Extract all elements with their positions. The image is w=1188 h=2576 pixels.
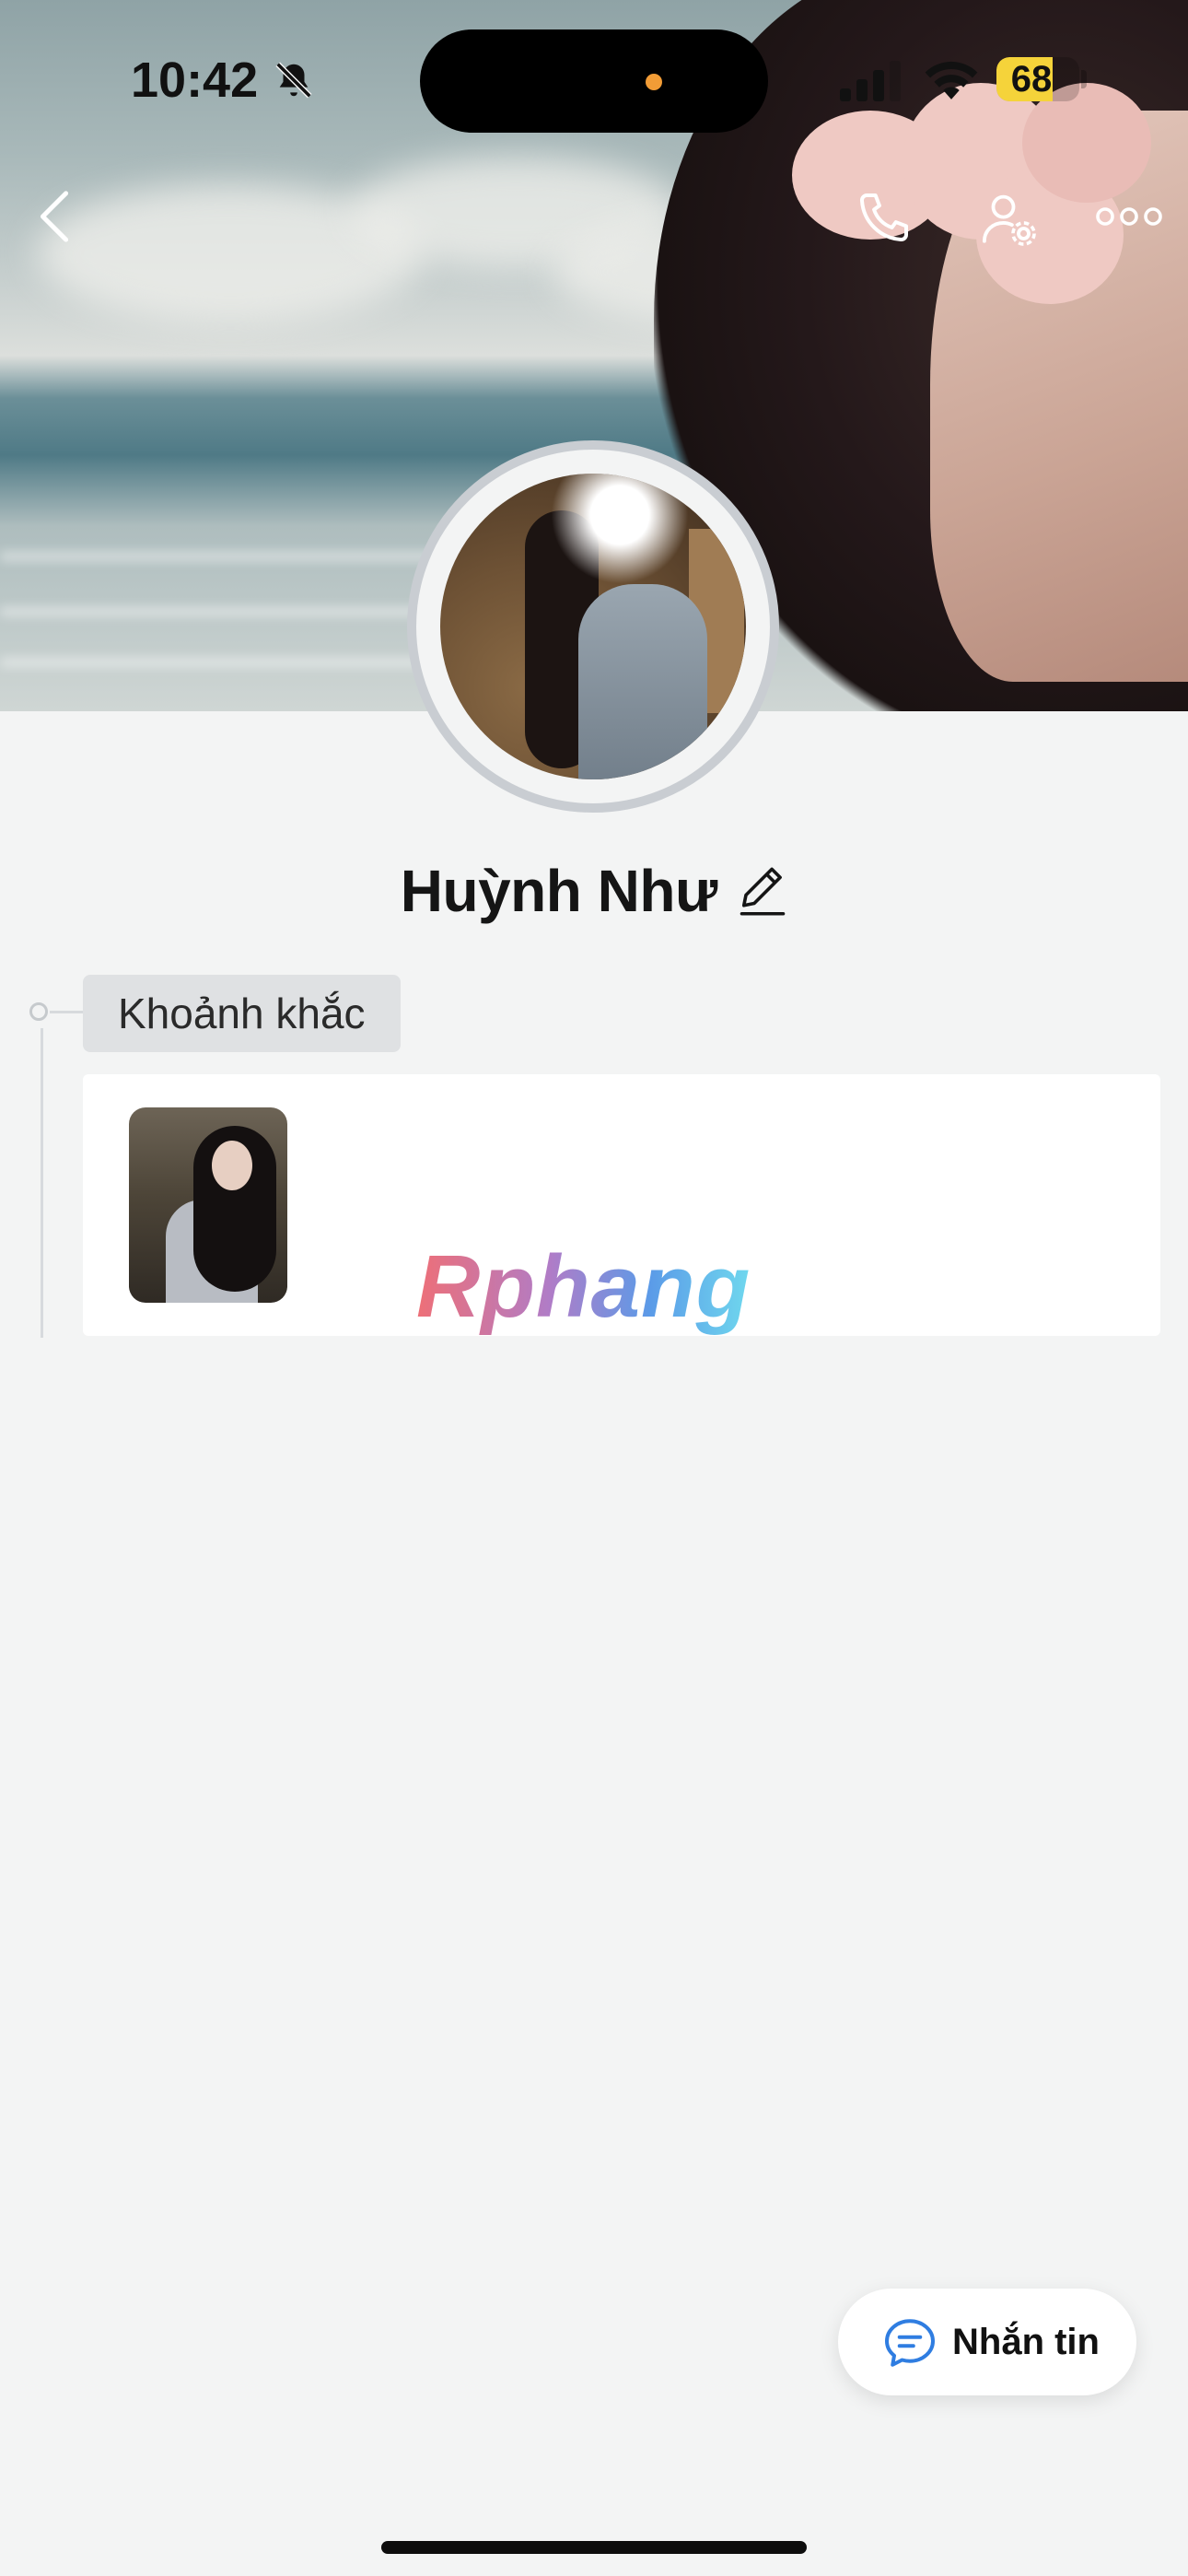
phone-icon[interactable] (855, 188, 914, 247)
moments-section-label[interactable]: Khoảnh khắc (83, 975, 401, 1052)
battery-level: 68 (1010, 59, 1053, 100)
chevron-left-icon[interactable] (37, 190, 74, 243)
profile-name: Huỳnh Như (400, 858, 718, 924)
status-time: 10:42 (131, 53, 259, 108)
wifi-icon (925, 61, 978, 100)
battery-indicator: 68 (996, 57, 1079, 101)
privacy-indicator-dot (646, 74, 662, 90)
chat-bubble-icon (885, 2319, 935, 2367)
battery-nub (1081, 70, 1087, 88)
pencil-icon[interactable] (738, 863, 787, 919)
profile-name-row: Huỳnh Như (0, 857, 1188, 931)
dynamic-island (420, 29, 768, 133)
timeline-line (41, 1028, 43, 1338)
message-button[interactable]: Nhắn tin (838, 2289, 1136, 2395)
message-button-label: Nhắn tin (952, 2322, 1100, 2362)
more-horizontal-icon[interactable] (1096, 203, 1162, 230)
cellular-signal-icon (840, 61, 901, 101)
watermark-logo: Rphang (416, 1237, 751, 1336)
moment-thumbnail[interactable] (129, 1107, 287, 1303)
timeline-connector (50, 1011, 83, 1013)
user-settings-icon[interactable] (978, 188, 1039, 249)
timeline-node (29, 1002, 48, 1021)
avatar[interactable] (440, 474, 746, 779)
home-indicator[interactable] (381, 2541, 807, 2554)
bell-slash-icon (275, 62, 312, 99)
